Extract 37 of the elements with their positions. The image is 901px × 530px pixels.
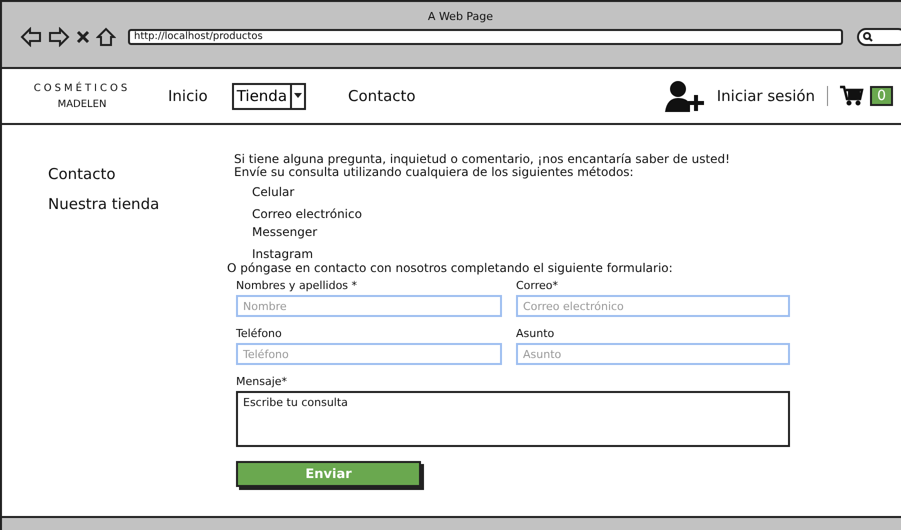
forward-icon[interactable] — [48, 27, 70, 47]
intro-text: Envíe su consulta utilizando cualquiera de los siguientes métodos: — [234, 166, 635, 179]
input-field[interactable]: Correo electrónico — [516, 295, 790, 317]
url-field[interactable]: http://localhost/productos — [128, 29, 843, 45]
input-field[interactable]: Teléfono — [236, 343, 502, 365]
logo-text: COSMÉTICOS — [34, 82, 130, 94]
home-icon[interactable] — [96, 27, 116, 47]
field-label: Nombres y apellidos * — [236, 279, 358, 292]
close-icon[interactable] — [76, 30, 90, 44]
form-intro-text: O póngase en contacto con nosotros completando el siguiente formulario: — [227, 261, 674, 275]
intro-text: Si tiene alguna pregunta, inquietud o comentario, ¡nos encantaría saber de usted! — [234, 153, 731, 166]
field-label: Mensaje* — [236, 375, 288, 388]
nav-link[interactable]: Contacto — [348, 87, 416, 105]
login-link[interactable]: Iniciar sesión — [716, 87, 816, 105]
contact-method: Instagram — [252, 247, 314, 261]
input-field[interactable]: Asunto — [516, 343, 790, 365]
search-icon — [863, 32, 873, 42]
contact-method: Correo electrónico — [252, 207, 363, 221]
search-field[interactable] — [857, 28, 901, 46]
nav-dropdown[interactable]: Tienda — [232, 82, 306, 110]
field-label: Correo* — [516, 279, 560, 292]
nav-link[interactable]: Inicio — [168, 87, 208, 105]
cart-icon[interactable] — [840, 85, 864, 107]
window-title: A Web Page — [426, 10, 494, 23]
sidebar-link[interactable]: Nuestra tienda — [48, 195, 222, 213]
field-label: Asunto — [516, 327, 556, 340]
logo-text: MADELEN — [58, 98, 106, 110]
contact-method: Messenger — [252, 225, 318, 239]
message-field[interactable]: Escribe tu consulta — [236, 391, 790, 447]
back-icon[interactable] — [20, 27, 42, 47]
add-user-icon[interactable] — [664, 80, 705, 112]
caret-icon — [294, 93, 302, 99]
input-field[interactable]: Nombre — [236, 295, 502, 317]
cart-count-badge: 0 — [870, 86, 893, 106]
contact-method: Celular — [252, 185, 296, 199]
sidebar-link[interactable]: Contacto — [48, 165, 222, 183]
field-label: Teléfono — [236, 327, 283, 340]
